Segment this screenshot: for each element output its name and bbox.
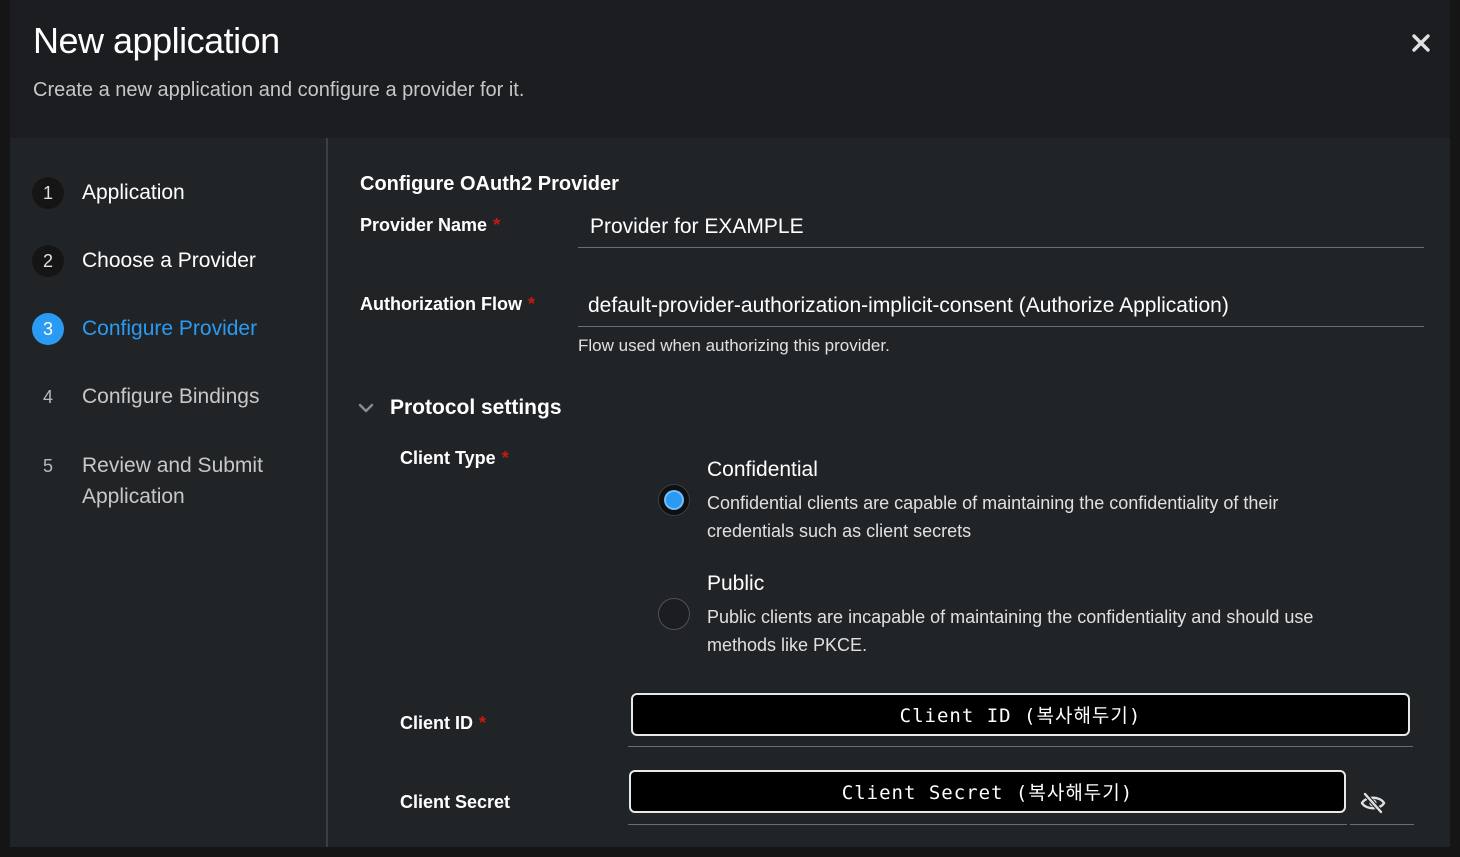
nav-step-choose-provider[interactable]: 2 Choose a Provider <box>32 245 282 277</box>
required-mark: * <box>493 215 501 235</box>
nav-step-application[interactable]: 1 Application <box>32 177 282 209</box>
required-mark: * <box>501 448 509 468</box>
radio-confidential[interactable] <box>658 484 690 516</box>
close-button[interactable] <box>1406 28 1436 58</box>
visibility-toggle-underline <box>1350 824 1414 825</box>
modal-subtitle: Create a new application and configure a… <box>33 79 525 101</box>
client-id-input[interactable]: Client ID (복사해두기) <box>631 693 1410 736</box>
radio-confidential-title: Confidential <box>707 458 818 481</box>
step-label: Review and Submit Application <box>82 454 263 508</box>
step-number: 2 <box>32 245 64 277</box>
step-label: Choose a Provider <box>82 249 256 272</box>
required-mark: * <box>479 713 487 733</box>
radio-public-description: Public clients are incapable of maintain… <box>707 607 1314 655</box>
wizard-content: Configure OAuth2 Provider Provider Name *… <box>330 138 1450 847</box>
modal-title: New application <box>33 20 280 61</box>
client-type-label: Client Type * <box>400 448 509 468</box>
required-mark: * <box>527 294 535 314</box>
authorization-flow-label: Authorization Flow * <box>360 294 535 314</box>
eye-slash-icon <box>1360 792 1386 814</box>
provider-name-input[interactable]: Provider for EXAMPLE <box>578 206 1424 248</box>
step-label: Configure Bindings <box>82 385 260 408</box>
provider-name-label: Provider Name * <box>360 215 501 235</box>
client-secret-label: Client Secret <box>400 792 511 812</box>
modal-header: New application Create a new application… <box>10 0 1450 138</box>
client-id-label: Client ID * <box>400 713 487 733</box>
step-number: 4 <box>42 386 53 407</box>
wizard-nav: 1 Application 2 Choose a Provider 3 Conf… <box>10 138 328 847</box>
authorization-flow-helper: Flow used when authorizing this provider… <box>578 336 890 355</box>
client-id-underline <box>628 746 1413 747</box>
close-icon <box>1412 34 1430 52</box>
client-secret-input[interactable]: Client Secret (복사해두기) <box>629 770 1346 813</box>
nav-step-configure-provider[interactable]: 3 Configure Provider <box>32 313 282 345</box>
radio-public[interactable] <box>658 598 690 630</box>
step-label: Application <box>82 181 185 204</box>
section-title: Configure OAuth2 Provider <box>360 173 619 195</box>
step-number: 1 <box>32 177 64 209</box>
radio-public-title: Public <box>707 572 765 595</box>
step-number: 5 <box>42 455 53 476</box>
nav-step-configure-bindings[interactable]: 4 Configure Bindings <box>32 381 282 413</box>
step-number: 3 <box>32 313 64 345</box>
step-label: Configure Provider <box>82 317 258 340</box>
authorization-flow-select[interactable]: default-provider-authorization-implicit-… <box>578 285 1424 327</box>
client-secret-underline <box>628 824 1347 825</box>
protocol-settings-toggle[interactable]: Protocol settings <box>358 396 562 420</box>
protocol-settings-label: Protocol settings <box>390 396 562 419</box>
chevron-down-icon <box>358 403 374 413</box>
wizard-body: 1 Application 2 Choose a Provider 3 Conf… <box>10 138 1450 847</box>
toggle-secret-visibility-button[interactable] <box>1358 788 1388 818</box>
nav-step-review-submit[interactable]: 5 Review and Submit Application <box>32 450 282 512</box>
radio-confidential-description: Confidential clients are capable of main… <box>707 493 1279 541</box>
